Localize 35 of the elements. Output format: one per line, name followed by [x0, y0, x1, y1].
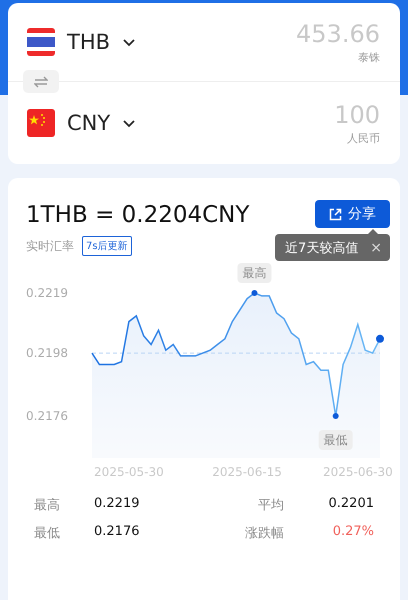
- swap-icon: [34, 76, 48, 88]
- share-icon: [329, 208, 342, 220]
- marker-dot: [332, 413, 339, 419]
- flag-icon: [27, 28, 55, 56]
- stat-label: 涨跌幅: [244, 525, 284, 542]
- flag-icon: [27, 109, 55, 137]
- stat-value: 0.2201: [328, 496, 374, 513]
- stat-label: 最低: [34, 525, 61, 542]
- rate-label: 实时汇率: [26, 238, 74, 254]
- annotation-label: 最低: [318, 430, 353, 450]
- chevron-down-icon[interactable]: [122, 118, 136, 128]
- stat-label: 最高: [34, 497, 61, 514]
- annotation: 最高: [242, 266, 266, 280]
- currency-name: 泰铢: [358, 50, 380, 64]
- stat-value: 0.2219: [94, 496, 140, 513]
- currency-code[interactable]: THB: [67, 30, 110, 54]
- currency-name: 人民币: [347, 130, 380, 146]
- annotation: 最低: [324, 433, 348, 447]
- close-button[interactable]: ×: [370, 240, 382, 256]
- chevron-down-icon[interactable]: [122, 38, 136, 46]
- tooltip-text: 近7天较高值: [284, 240, 358, 256]
- axis-label: 0.2198: [26, 346, 68, 360]
- marker-dot: [376, 334, 384, 343]
- stat-value: 0.2176: [94, 524, 140, 541]
- stat-label: 平均: [257, 497, 284, 514]
- swap-button[interactable]: [23, 70, 59, 93]
- axis-label: 0.2219: [26, 286, 68, 300]
- axis-label: 0.2176: [26, 409, 68, 423]
- countdown-badge: 7s后更新: [82, 236, 132, 256]
- share-button[interactable]: 分享: [315, 200, 390, 228]
- rate-title: 1THB = 0.2204CNY: [26, 201, 250, 230]
- currency-code[interactable]: CNY: [67, 111, 110, 135]
- annotation-label: 最高: [237, 263, 272, 283]
- marker-dot: [251, 290, 258, 296]
- stat-value: 0.27%: [332, 524, 374, 541]
